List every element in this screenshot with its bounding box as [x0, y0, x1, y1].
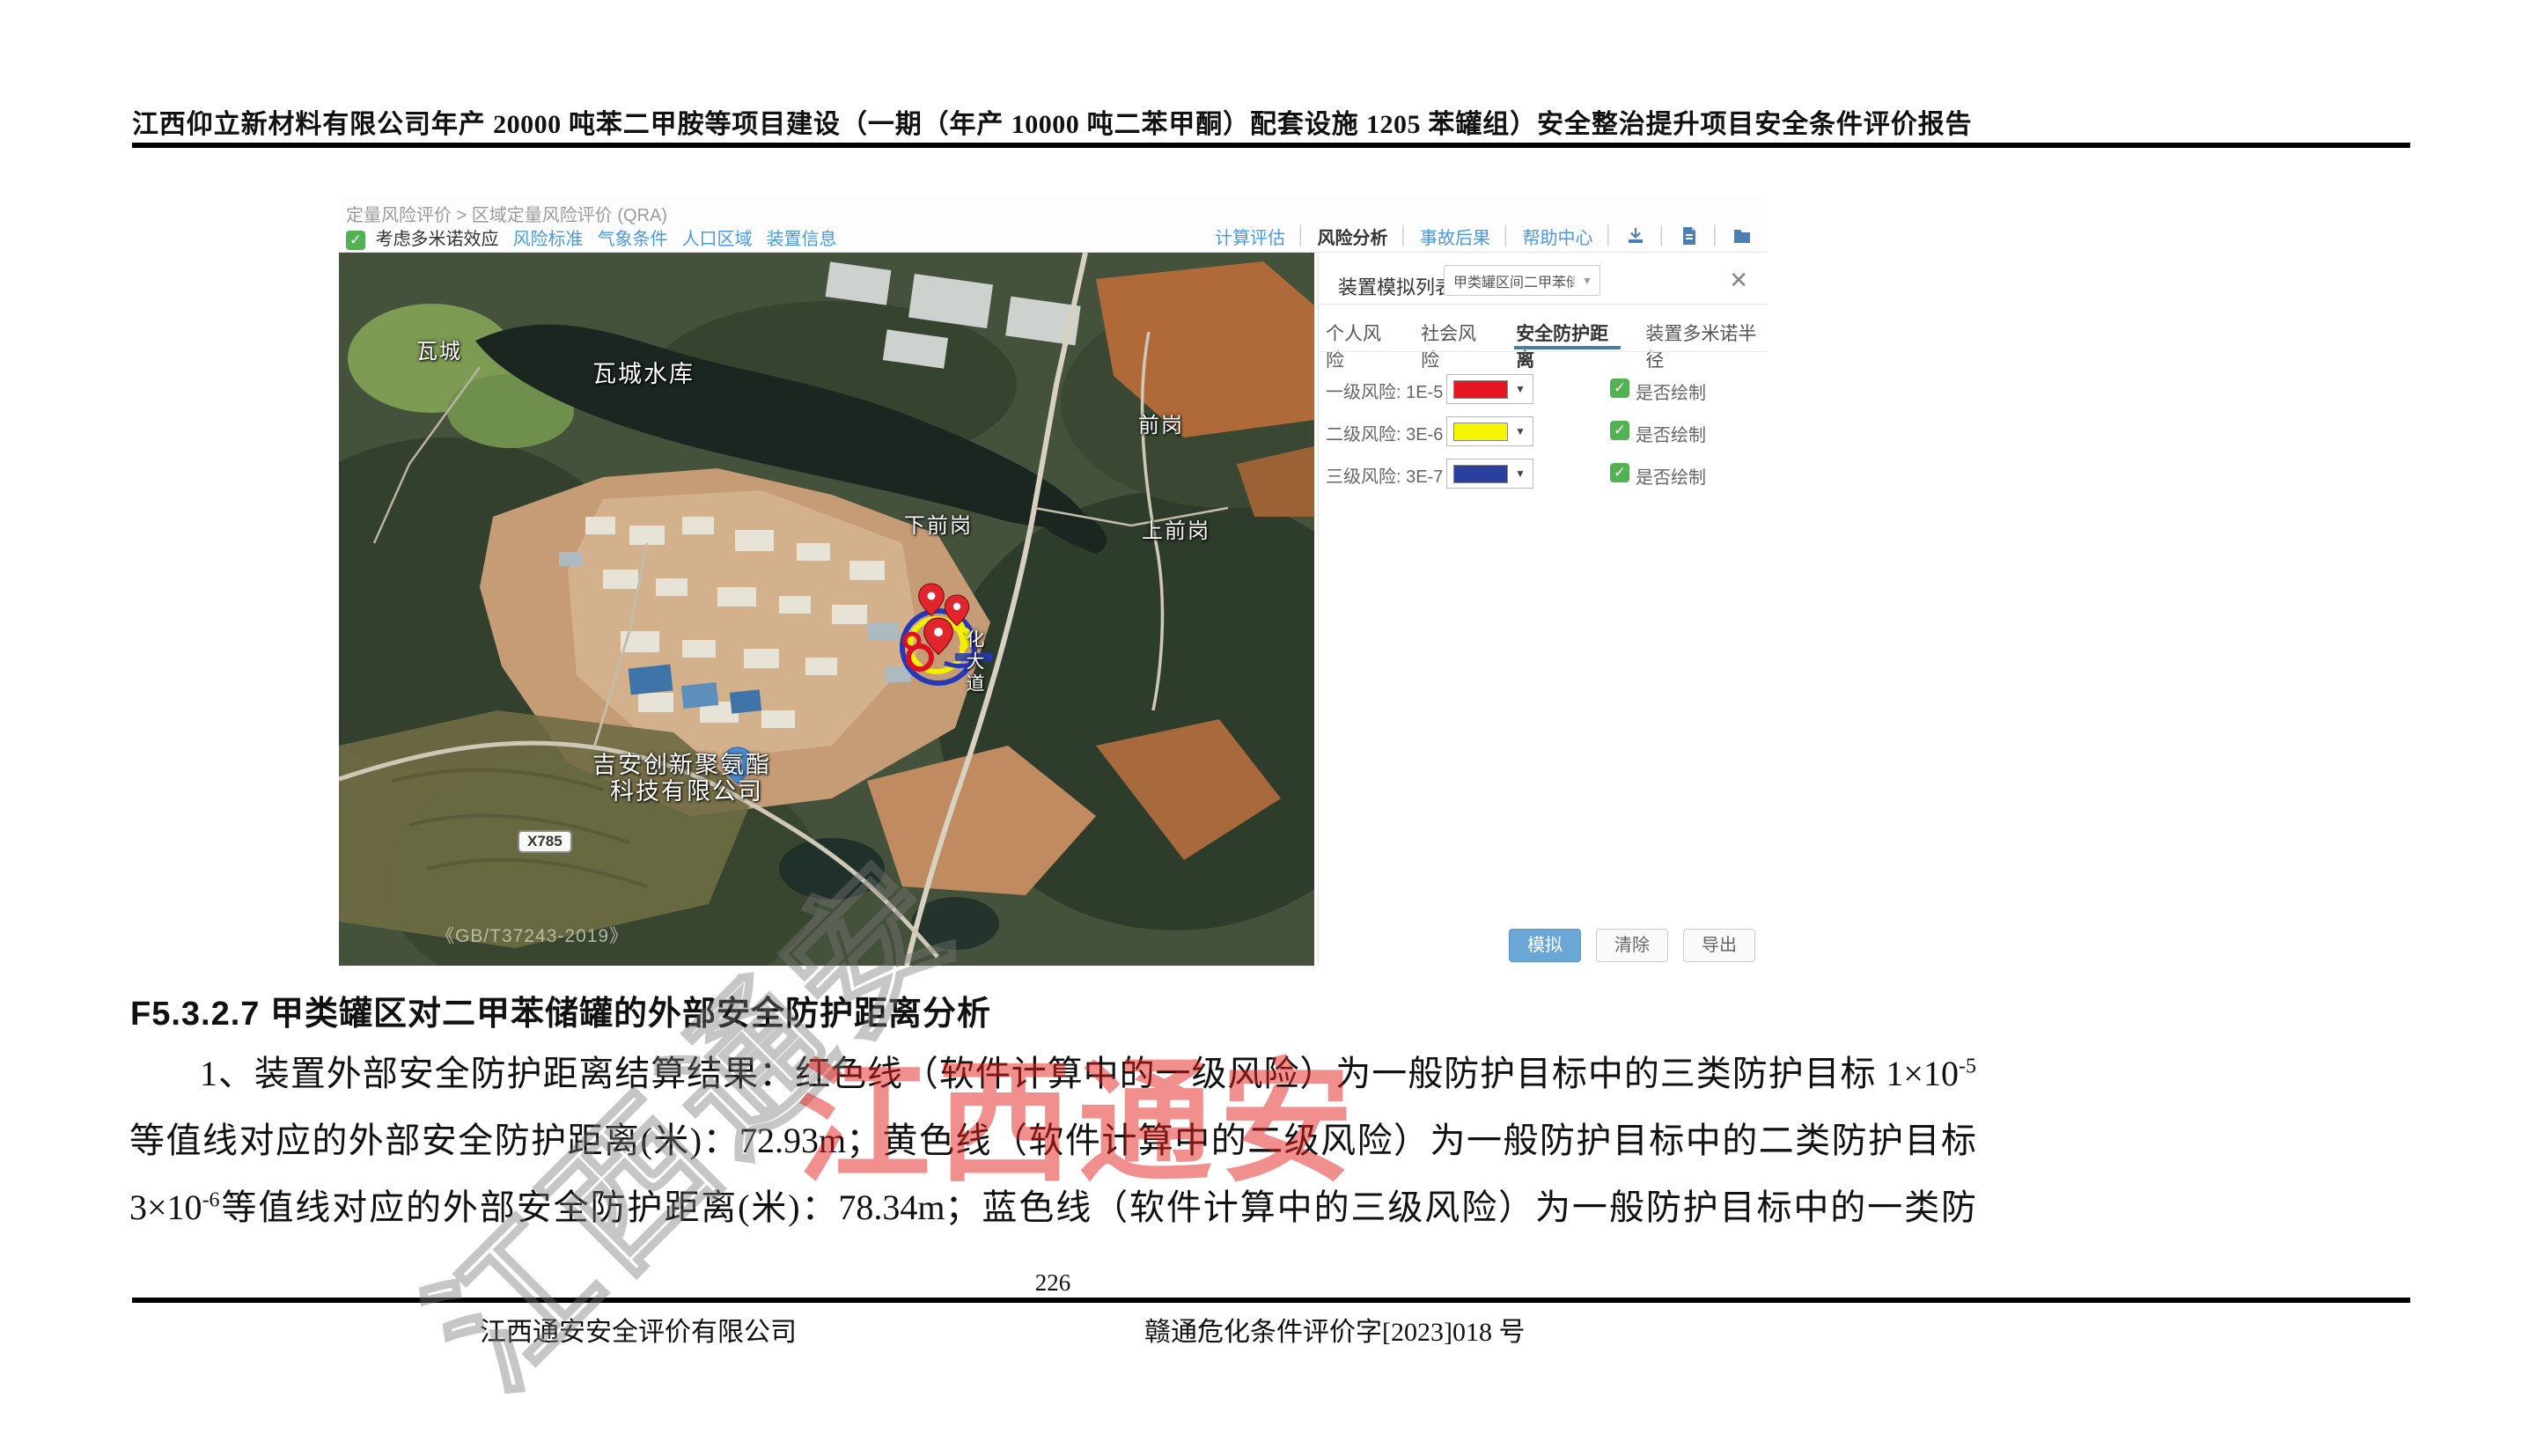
report-page: 江西仰立新材料有限公司年产 20000 吨苯二甲胺等项目建设（一期（年产 100…: [0, 0, 2537, 1456]
blue-swatch: [1453, 465, 1508, 483]
device-select[interactable]: 甲类罐区间二甲苯储... ▼: [1444, 265, 1600, 296]
checkbox-checked-icon: ✓: [346, 231, 365, 250]
qra-app-window: 定量风险评价 > 区域定量风险评价 (QRA) ✓ 考虑多米诺效应 风险标准 气…: [339, 195, 1767, 966]
nav-risk-analysis[interactable]: 风险分析: [1318, 224, 1388, 249]
risk-level3-draw-label: 是否绘制: [1636, 463, 1706, 489]
panel-title: 装置模拟列表:: [1338, 272, 1460, 300]
tab-social-risk[interactable]: 社会风险: [1419, 314, 1491, 349]
tabs-divider: [1319, 351, 1768, 352]
chevron-down-icon: ▼: [1508, 425, 1533, 438]
domino-checkbox[interactable]: ✓ 考虑多米诺效应: [346, 224, 499, 250]
map-label-reservoir: 瓦城水库: [592, 355, 695, 389]
export-button[interactable]: 导出: [1683, 929, 1755, 962]
footer-rule: [132, 1298, 2410, 1303]
device-select-value: 甲类罐区间二甲苯储...: [1445, 270, 1574, 291]
breadcrumb: 定量风险评价 > 区域定量风险评价 (QRA): [346, 201, 667, 226]
map-label-qiangang: 前岗: [1138, 408, 1184, 438]
paragraph-line-1: 1、装置外部安全防护距离结算结果：红色线（软件计算中的一级风险）为一般防护目标中…: [129, 1053, 1976, 1095]
nav-help-center[interactable]: 帮助中心: [1523, 224, 1593, 249]
superscript: -6: [202, 1189, 220, 1212]
footer-document-number: 赣通危化条件评价字[2023]018 号: [1144, 1310, 1525, 1349]
chevron-down-icon: ▼: [1508, 467, 1533, 480]
panel-buttons: 模拟 清除 导出: [1319, 929, 1755, 962]
risk-level1-color-select[interactable]: ▼: [1446, 374, 1533, 404]
nav-accident-consequence[interactable]: 事故后果: [1420, 224, 1490, 249]
red-watermark: 江西通安: [797, 1014, 1360, 1208]
report-header-title: 江西仰立新材料有限公司年产 20000 吨苯二甲胺等项目建设（一期（年产 100…: [132, 102, 1972, 141]
risk-level2-color-select[interactable]: ▼: [1446, 416, 1533, 446]
footer-company: 江西通安安全评价有限公司: [480, 1310, 797, 1349]
chevron-down-icon: ▼: [1508, 383, 1533, 395]
map-label-company-line2: 科技有限公司: [610, 772, 763, 806]
tab-personal-risk[interactable]: 个人风险: [1324, 314, 1396, 349]
map-label-road: 化大道: [960, 629, 987, 695]
satellite-map[interactable]: ⚙地图比例设置 │ ✎测距 │ ☁更换地图 瓦城 瓦城水库 前岗 下前岗 上前岗…: [339, 253, 1314, 966]
satellite-map-art: [339, 253, 1314, 966]
link-weather-condition[interactable]: 气象条件: [598, 224, 668, 250]
risk-level1-label: 一级风险: 1E-5: [1326, 378, 1443, 403]
paragraph-line-2: 等值线对应的外部安全防护距离(米)：72.93m；黄色线（软件计算中的二级风险）…: [129, 1120, 1976, 1162]
road-shield-x785: X785: [518, 830, 572, 853]
risk-level1-draw-checkbox[interactable]: ✓: [1610, 379, 1629, 398]
superscript: -5: [1959, 1055, 1976, 1078]
map-label-village-nw: 瓦城: [416, 334, 462, 364]
page-number: 226: [129, 1269, 1976, 1297]
tab-safety-distance[interactable]: 安全防护距离: [1514, 314, 1621, 349]
risk-row-level3: 三级风险: 3E-7 ▼ ✓ 是否绘制: [1319, 459, 1768, 489]
risk-level2-draw-checkbox[interactable]: ✓: [1610, 421, 1629, 440]
risk-level3-label: 三级风险: 3E-7: [1326, 462, 1443, 488]
map-label-xiaqiangang: 下前岗: [904, 508, 973, 539]
tab-domino-radius[interactable]: 装置多米诺半径: [1644, 314, 1768, 349]
risk-level1-draw-label: 是否绘制: [1636, 379, 1706, 404]
top-nav: 计算评估│ 风险分析│ 事故后果│ 帮助中心│ │ │: [1215, 224, 1753, 248]
yellow-swatch: [1453, 423, 1508, 441]
map-standard-watermark: 《GB/T37243-2019》: [436, 922, 629, 948]
paragraph-line-3: 3×10-6等值线对应的外部安全防护距离(米)：78.34m；蓝色线（软件计算中…: [129, 1187, 1976, 1229]
link-population-area[interactable]: 人口区域: [682, 224, 753, 250]
link-risk-standard[interactable]: 风险标准: [513, 224, 584, 250]
panel-divider: [1319, 304, 1768, 305]
risk-level3-color-select[interactable]: ▼: [1446, 459, 1533, 489]
red-swatch: [1453, 380, 1508, 399]
domino-checkbox-label: 考虑多米诺效应: [376, 230, 499, 249]
header-rule: [132, 143, 2410, 148]
risk-level2-draw-label: 是否绘制: [1636, 421, 1706, 446]
link-device-info[interactable]: 装置信息: [767, 224, 837, 250]
simulate-button[interactable]: 模拟: [1509, 929, 1581, 962]
risk-level2-label: 二级风险: 3E-6: [1326, 420, 1443, 445]
risk-row-level1: 一级风险: 1E-5 ▼ ✓ 是否绘制: [1319, 374, 1768, 404]
nav-calc-evaluate[interactable]: 计算评估: [1215, 224, 1285, 249]
panel-tabs: 个人风险 社会风险 安全防护距离 装置多米诺半径: [1324, 314, 1768, 349]
folder-icon[interactable]: [1732, 225, 1753, 246]
risk-level3-draw-checkbox[interactable]: ✓: [1610, 463, 1629, 482]
close-icon[interactable]: ✕: [1729, 267, 1748, 294]
clear-button[interactable]: 清除: [1596, 929, 1668, 962]
chevron-down-icon: ▼: [1574, 275, 1599, 287]
report-file-icon[interactable]: [1679, 225, 1700, 246]
section-heading: F5.3.2.7 甲类罐区对二甲苯储罐的外部安全防护距离分析: [130, 986, 991, 1034]
config-toolbar: ✓ 考虑多米诺效应 风险标准 气象条件 人口区域 装置信息: [346, 225, 837, 248]
simulation-panel: 装置模拟列表: 甲类罐区间二甲苯储... ▼ ✕ 个人风险 社会风险 安全防护距…: [1318, 253, 1768, 966]
download-icon[interactable]: [1625, 225, 1646, 246]
risk-row-level2: 二级风险: 3E-6 ▼ ✓ 是否绘制: [1319, 416, 1768, 446]
map-label-shangqiangang: 上前岗: [1142, 513, 1210, 544]
